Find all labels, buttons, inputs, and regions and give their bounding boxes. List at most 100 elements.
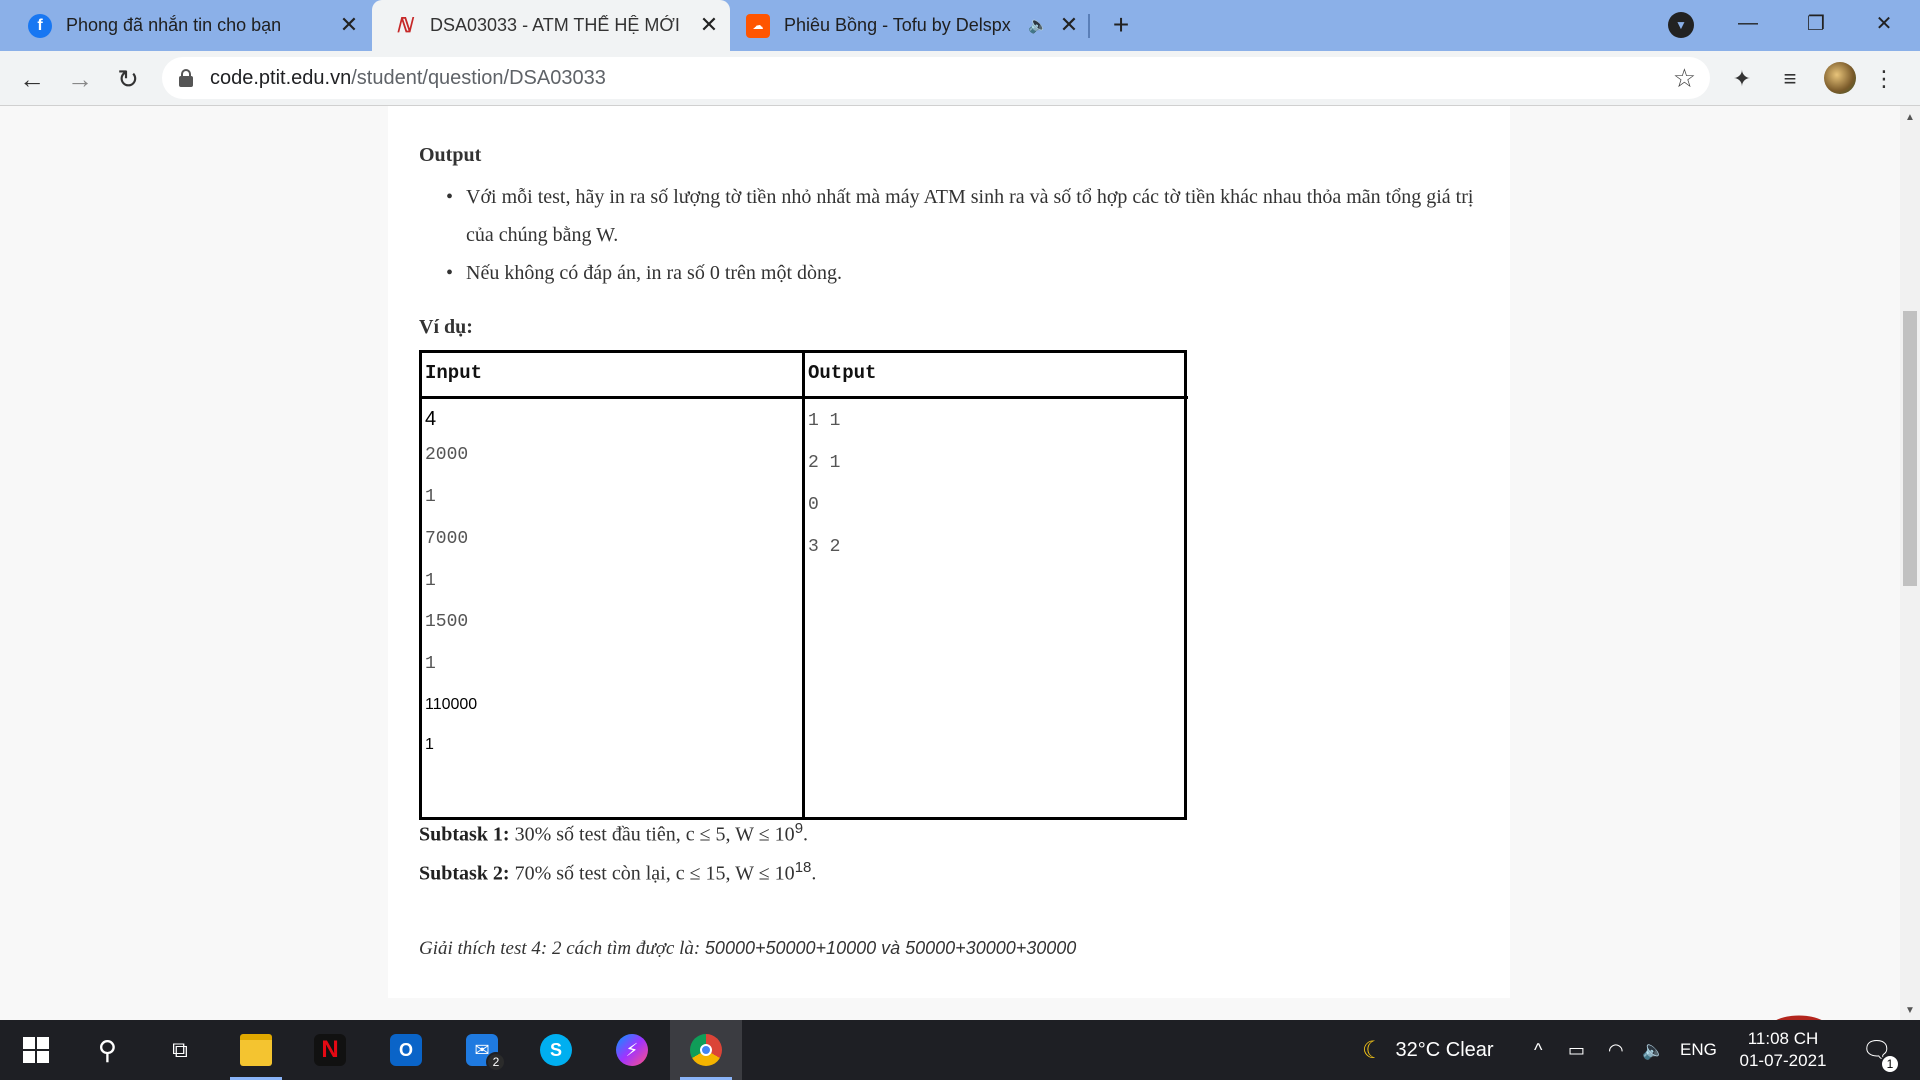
skype-button[interactable]: S (520, 1020, 592, 1080)
input-line: 1 (425, 571, 436, 591)
input-line: 1 (425, 736, 434, 753)
input-line: 110000 (425, 696, 478, 713)
facebook-icon: f (28, 13, 52, 38)
ptit-code-icon: ℕ (395, 15, 412, 37)
input-line: 1500 (425, 612, 469, 632)
subtask-1-label: Subtask 1: (419, 823, 510, 846)
soundcloud-icon: ☁ (746, 13, 770, 38)
menu-icon[interactable]: ⋮ (1868, 63, 1900, 95)
explanation-prefix: Giải thích test 4: 2 cách tìm được là: (419, 938, 701, 959)
tab-title: DSA03033 - ATM THẾ HỆ MỚI (430, 15, 680, 35)
messenger-button[interactable]: ⚡ (596, 1020, 668, 1080)
reload-icon[interactable]: ↻ (112, 63, 144, 95)
volume-icon[interactable]: 🔈 (1642, 1020, 1664, 1080)
task-view-button[interactable]: ⧉ (144, 1020, 216, 1080)
clock-date: 01-07-2021 (1739, 1051, 1827, 1070)
subtask-1-end: . (803, 823, 809, 846)
subtask-1-exponent: 9 (794, 820, 804, 837)
profile-avatar[interactable] (1824, 62, 1856, 94)
subtask-2-label: Subtask 2: (419, 862, 510, 885)
output-line: 0 (808, 495, 819, 515)
tab-soundcloud[interactable]: ☁ Phiêu Bồng - Tofu by Delspx 🔈 ✕ (730, 0, 1090, 51)
windows-taskbar: ⚲ ⧉ N O ✉ 2 S ⚡ ☾ 32°C Clear ^ ▭ ◠ 🔈 ENG… (0, 1020, 1920, 1080)
clock[interactable]: 11:08 CH 01-07-2021 (1728, 1028, 1838, 1072)
output-bullet-2: Nếu không có đáp án, in ra số 0 trên một… (446, 254, 1486, 292)
mail-button[interactable]: ✉ 2 (446, 1020, 518, 1080)
forward-icon[interactable]: → (64, 63, 96, 95)
weather-text: 32°C Clear (1395, 1038, 1494, 1061)
scroll-down-icon[interactable]: ▼ (1900, 1005, 1920, 1016)
page-scrollbar[interactable]: ▲ ▼ (1900, 106, 1920, 1020)
battery-icon[interactable]: ▭ (1568, 1020, 1585, 1080)
chrome-icon (690, 1034, 722, 1066)
output-line: 1 1 (808, 411, 841, 431)
output-line: 3 2 (808, 537, 841, 557)
output-bullet-1: Với mỗi test, hãy in ra số lượng tờ tiền… (446, 178, 1486, 254)
address-bar[interactable]: code.ptit.edu.vn/student/question/DSA030… (162, 57, 1710, 99)
tab-search-icon[interactable]: ▼ (1668, 12, 1694, 38)
media-control-icon[interactable]: ≡ (1774, 63, 1806, 95)
input-line: 7000 (425, 529, 469, 549)
output-column: Output 1 1 2 1 0 3 2 (805, 353, 1188, 817)
skype-icon: S (540, 1034, 572, 1066)
notification-badge: 1 (1880, 1054, 1900, 1074)
window-close-icon[interactable]: ✕ (1866, 8, 1902, 38)
input-line: 2000 (425, 445, 469, 465)
new-tab-button[interactable]: + (1106, 9, 1136, 40)
tab-dsa03033[interactable]: ℕ DSA03033 - ATM THẾ HỆ MỚI ✕ (372, 0, 730, 51)
moon-icon: ☾ (1362, 1036, 1384, 1064)
outlook-icon: O (390, 1034, 422, 1066)
browser-tab-strip: f Phong đã nhắn tin cho bạn ✕ ℕ DSA03033… (0, 0, 1920, 51)
weather-widget[interactable]: ☾ 32°C Clear (1362, 1020, 1494, 1080)
lock-icon[interactable] (178, 69, 194, 87)
close-icon[interactable]: ✕ (1056, 12, 1082, 38)
subtask-2-text: 70% số test còn lại, c ≤ 15, W ≤ 10 (514, 862, 795, 885)
subtask-2-exponent: 18 (794, 859, 812, 876)
notification-center-button[interactable]: 🗨 1 (1852, 1020, 1902, 1080)
subtask-1-text: 30% số test đầu tiên, c ≤ 5, W ≤ 10 (514, 823, 795, 846)
search-button[interactable]: ⚲ (72, 1020, 144, 1080)
problem-content: Output Với mỗi test, hãy in ra số lượng … (388, 106, 1510, 998)
show-hidden-icons[interactable]: ^ (1534, 1020, 1542, 1080)
tab-title: Phiêu Bồng - Tofu by Delspx (784, 15, 1011, 35)
outlook-button[interactable]: O (370, 1020, 442, 1080)
minimize-icon[interactable]: — (1730, 8, 1766, 38)
input-line: 1 (425, 654, 436, 674)
browser-toolbar: ← → ↻ code.ptit.edu.vn/student/question/… (0, 51, 1920, 106)
restore-icon[interactable]: ❐ (1798, 8, 1834, 38)
scroll-thumb[interactable] (1903, 311, 1917, 586)
tab-title: Phong đã nhắn tin cho bạn (66, 15, 282, 35)
mail-badge: 2 (486, 1052, 506, 1072)
close-icon[interactable]: ✕ (336, 12, 362, 38)
file-explorer-button[interactable] (220, 1020, 292, 1080)
output-line: 2 1 (808, 453, 841, 473)
task-view-icon: ⧉ (172, 1037, 188, 1062)
close-icon[interactable]: ✕ (696, 12, 722, 38)
chrome-button[interactable] (670, 1020, 742, 1080)
windows-logo-icon (23, 1037, 49, 1063)
subtask-2: Subtask 2: 70% số test còn lại, c ≤ 15, … (419, 859, 816, 886)
explanation-math: 50000+50000+10000 và 50000+30000+30000 (704, 938, 1077, 958)
folder-icon (240, 1034, 272, 1066)
subtask-1: Subtask 1: 30% số test đầu tiên, c ≤ 5, … (419, 820, 808, 847)
bookmark-star-icon[interactable]: ☆ (1673, 63, 1696, 94)
netflix-button[interactable]: N (294, 1020, 366, 1080)
input-column: Input 4 2000 1 7000 1 1500 1 110000 1 (422, 353, 805, 817)
test-explanation: Giải thích test 4: 2 cách tìm được là: 5… (419, 938, 1076, 960)
search-icon: ⚲ (98, 1034, 118, 1065)
example-table: Input 4 2000 1 7000 1 1500 1 110000 1 Ou… (419, 350, 1188, 820)
example-heading: Ví dụ: (419, 316, 473, 338)
url-text[interactable]: code.ptit.edu.vn/student/question/DSA030… (210, 67, 606, 90)
extensions-icon[interactable]: ✦ (1726, 63, 1758, 95)
start-button[interactable] (0, 1020, 72, 1080)
wifi-icon[interactable]: ◠ (1608, 1020, 1624, 1080)
input-line: 1 (425, 487, 436, 507)
tab-facebook[interactable]: f Phong đã nhắn tin cho bạn ✕ (0, 0, 370, 51)
subtask-2-end: . (811, 862, 817, 885)
speaker-icon[interactable]: 🔈 (1028, 15, 1048, 35)
back-icon[interactable]: ← (16, 63, 48, 95)
scroll-up-icon[interactable]: ▲ (1900, 112, 1920, 123)
messenger-icon: ⚡ (616, 1034, 648, 1066)
language-indicator[interactable]: ENG (1680, 1020, 1717, 1080)
input-header: Input (422, 353, 802, 399)
